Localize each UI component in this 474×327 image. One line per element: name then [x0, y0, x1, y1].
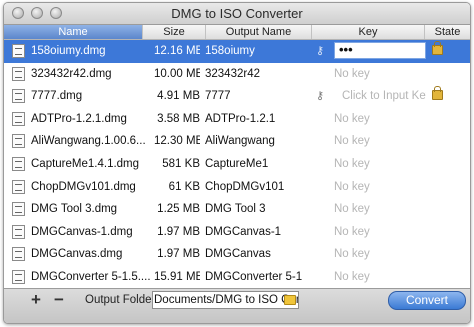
dmg-file-icon	[12, 202, 25, 217]
output-name[interactable]: 323432r42	[205, 63, 313, 86]
output-folder-label: Output Folder:	[85, 294, 159, 306]
output-name[interactable]: DMG Tool 3	[205, 198, 313, 221]
output-name[interactable]: DMGCanvas	[205, 243, 313, 266]
key-cell[interactable]: No key	[334, 198, 424, 221]
column-header-size[interactable]: Size	[143, 25, 206, 39]
key-cell[interactable]: No key	[334, 221, 424, 244]
output-name[interactable]: 158oiumy	[205, 40, 313, 63]
table-header: Name Size Output Name Key State	[4, 25, 470, 40]
output-name[interactable]: ChopDMGv101	[205, 176, 313, 199]
file-table: 158oiumy.dmg 12.16 MB 158oiumy ⚷ ••• 323…	[4, 40, 470, 288]
output-name[interactable]: ADTPro-1.2.1	[205, 108, 313, 131]
table-row[interactable]: ADTPro-1.2.1.dmg 3.58 MB ADTPro-1.2.1 No…	[4, 108, 470, 131]
output-folder-field[interactable]: Documents/DMG to ISO Conver	[152, 291, 299, 309]
column-header-name[interactable]: Name	[4, 25, 143, 39]
file-name: DMG Tool 3.dmg	[31, 203, 118, 216]
table-row[interactable]: DMGCanvas.dmg 1.97 MB DMGCanvas No key	[4, 243, 470, 266]
key-cell[interactable]: No key	[334, 153, 424, 176]
file-name: DMGCanvas-1.dmg	[31, 225, 133, 238]
output-folder-path: Documents/DMG to ISO Conver	[154, 294, 298, 306]
file-size: 1.97 MB	[157, 225, 200, 238]
file-size: 4.91 MB	[157, 90, 200, 103]
dmg-file-icon	[12, 66, 25, 81]
dmg-file-icon	[12, 224, 25, 239]
file-size: 61 KB	[168, 180, 200, 193]
key-cell[interactable]: No key	[334, 63, 424, 86]
file-name: CaptureMe1.4.1.dmg	[31, 158, 140, 170]
column-header-output-name[interactable]: Output Name	[206, 25, 312, 39]
output-name[interactable]: AliWangwang	[205, 130, 313, 153]
dmg-file-icon	[12, 270, 25, 284]
output-name[interactable]: DMGCanvas-1	[205, 221, 313, 244]
lock-icon	[432, 86, 443, 101]
file-size: 12.16 MB	[154, 45, 200, 57]
key-icon: ⚷	[316, 45, 325, 57]
dmg-file-icon	[12, 44, 25, 58]
table-row[interactable]: CaptureMe1.4.1.dmg 581 KB CaptureMe1 No …	[4, 153, 470, 176]
output-name[interactable]: 7777	[205, 85, 313, 108]
column-header-state[interactable]: State	[425, 25, 470, 39]
file-size: 1.25 MB	[157, 203, 200, 216]
dmg-file-icon	[12, 134, 25, 149]
window-title: DMG to ISO Converter	[171, 6, 303, 21]
add-file-button[interactable]: +	[27, 291, 45, 308]
app-window: DMG to ISO Converter Name Size Output Na…	[3, 2, 471, 324]
file-size: 12.30 MB	[154, 135, 200, 148]
file-name: DMGCanvas.dmg	[31, 248, 123, 261]
lock-icon	[432, 41, 443, 55]
convert-button[interactable]: Convert	[388, 291, 466, 310]
title-bar: DMG to ISO Converter	[4, 3, 470, 25]
key-cell[interactable]: No key	[334, 243, 424, 266]
file-size: 581 KB	[162, 158, 200, 170]
key-icon: ⚷	[316, 90, 325, 103]
bottom-toolbar: + − Output Folder: Documents/DMG to ISO …	[4, 288, 470, 323]
dmg-file-icon	[12, 89, 25, 104]
file-name: DMGConverter 5-1.5....	[31, 271, 151, 283]
table-row[interactable]: 7777.dmg 4.91 MB 7777 ⚷ Click to Input K…	[4, 85, 470, 108]
key-cell[interactable]: No key	[334, 108, 424, 131]
remove-file-button[interactable]: −	[50, 291, 68, 308]
file-size: 15.91 MB	[154, 271, 200, 283]
file-name: 323432r42.dmg	[31, 67, 112, 80]
file-name: AliWangwang.1.00.6...	[31, 135, 146, 148]
key-cell[interactable]: Click to Input Key	[342, 85, 426, 108]
key-cell[interactable]: No key	[334, 266, 424, 289]
file-size: 1.97 MB	[157, 248, 200, 261]
file-name: ChopDMGv101.dmg	[31, 180, 136, 193]
key-input[interactable]: •••	[334, 42, 426, 59]
output-name[interactable]: CaptureMe1	[205, 153, 313, 176]
dmg-file-icon	[12, 157, 25, 171]
table-row[interactable]: 158oiumy.dmg 12.16 MB 158oiumy ⚷ •••	[4, 40, 470, 63]
table-row[interactable]: DMG Tool 3.dmg 1.25 MB DMG Tool 3 No key	[4, 198, 470, 221]
table-row[interactable]: AliWangwang.1.00.6... 12.30 MB AliWangwa…	[4, 130, 470, 153]
key-cell[interactable]: No key	[334, 176, 424, 199]
file-name: 7777.dmg	[31, 90, 83, 103]
dmg-file-icon	[12, 179, 25, 194]
table-row[interactable]: DMGCanvas-1.dmg 1.97 MB DMGCanvas-1 No k…	[4, 221, 470, 244]
table-row[interactable]: DMGConverter 5-1.5.... 15.91 MB DMGConve…	[4, 266, 470, 289]
file-name: ADTPro-1.2.1.dmg	[31, 112, 127, 125]
file-size: 3.58 MB	[157, 112, 200, 125]
column-header-key[interactable]: Key	[312, 25, 425, 39]
file-size: 10.00 MB	[154, 67, 200, 80]
file-name: 158oiumy.dmg	[31, 45, 106, 57]
key-cell[interactable]: No key	[334, 130, 424, 153]
table-row[interactable]: ChopDMGv101.dmg 61 KB ChopDMGv101 No key	[4, 176, 470, 199]
dmg-file-icon	[12, 111, 25, 126]
table-row[interactable]: 323432r42.dmg 10.00 MB 323432r42 No key	[4, 63, 470, 86]
dmg-file-icon	[12, 247, 25, 262]
folder-icon[interactable]	[284, 295, 296, 305]
output-name[interactable]: DMGConverter 5-1	[205, 266, 313, 289]
